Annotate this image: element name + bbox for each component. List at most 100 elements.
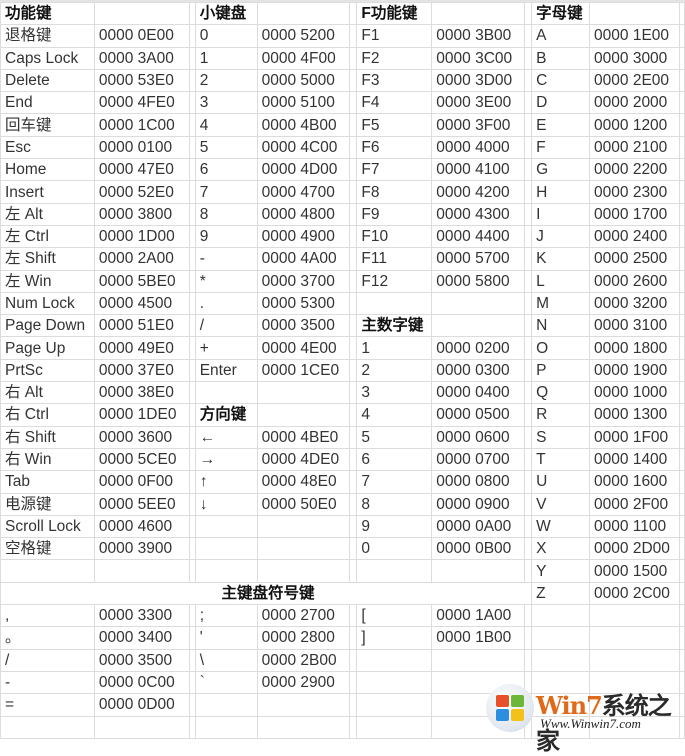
cell[interactable]: 6 xyxy=(356,447,433,472)
cell[interactable]: 0000 4F00 xyxy=(256,46,351,70)
cell[interactable] xyxy=(524,358,533,383)
cell[interactable]: 0000 4C00 xyxy=(256,135,351,160)
cell[interactable]: 0000 48E0 xyxy=(256,470,351,494)
cell[interactable]: Esc xyxy=(0,135,95,160)
cell[interactable]: 0000 1E00 xyxy=(589,24,680,48)
cell[interactable] xyxy=(431,648,526,672)
cell[interactable]: 0000 4E00 xyxy=(256,336,351,360)
cell[interactable] xyxy=(524,425,533,449)
cell[interactable] xyxy=(524,648,533,672)
cell[interactable] xyxy=(524,269,533,293)
cell[interactable]: 6 xyxy=(194,158,258,182)
cell[interactable]: K xyxy=(531,247,591,271)
cell[interactable]: 0000 5EE0 xyxy=(93,492,190,516)
cell[interactable]: F3 xyxy=(356,68,433,93)
cell[interactable] xyxy=(349,336,358,360)
cell[interactable]: 空格键 xyxy=(0,537,95,561)
cell[interactable]: Q xyxy=(531,381,591,405)
cell[interactable]: 0000 0E00 xyxy=(93,24,190,48)
cell[interactable] xyxy=(349,715,358,739)
cell[interactable] xyxy=(678,492,685,516)
cell[interactable] xyxy=(678,581,685,606)
cell[interactable]: 字母键 xyxy=(531,1,591,26)
cell[interactable]: 0000 0B00 xyxy=(431,537,526,561)
cell[interactable]: 0000 1600 xyxy=(589,470,680,494)
cell[interactable]: V xyxy=(531,492,591,516)
cell[interactable]: 0000 0200 xyxy=(431,336,526,360)
cell[interactable]: 功能键 xyxy=(0,1,95,26)
cell[interactable]: 0000 0800 xyxy=(431,470,526,494)
cell[interactable]: 0000 3300 xyxy=(93,604,190,628)
cell[interactable]: 0000 3E00 xyxy=(431,91,526,115)
cell[interactable]: 0000 3F00 xyxy=(431,113,526,137)
cell[interactable]: 0000 3400 xyxy=(93,626,190,650)
cell[interactable]: ' xyxy=(194,626,258,650)
cell[interactable]: 1 xyxy=(194,46,258,70)
cell[interactable] xyxy=(349,113,358,137)
cell[interactable]: Z xyxy=(531,581,591,606)
cell[interactable]: 0000 51E0 xyxy=(93,314,190,338)
cell[interactable]: 5 xyxy=(194,135,258,160)
cell[interactable] xyxy=(678,514,685,539)
cell[interactable]: 0000 4300 xyxy=(431,202,526,226)
cell[interactable] xyxy=(524,291,533,316)
cell[interactable]: T xyxy=(531,447,591,472)
cell[interactable]: Caps Lock xyxy=(0,46,95,70)
cell[interactable] xyxy=(349,202,358,226)
cell[interactable]: 0000 37E0 xyxy=(93,358,190,383)
cell[interactable] xyxy=(349,447,358,472)
cell[interactable]: ] xyxy=(356,626,433,650)
cell[interactable] xyxy=(524,381,533,405)
cell[interactable]: 0000 3600 xyxy=(93,425,190,449)
cell[interactable] xyxy=(524,604,533,628)
cell[interactable] xyxy=(256,514,351,539)
cell[interactable]: W xyxy=(531,514,591,539)
cell[interactable] xyxy=(349,314,358,338)
cell[interactable]: 0000 5100 xyxy=(256,91,351,115)
cell[interactable] xyxy=(256,1,351,26)
cell[interactable] xyxy=(349,68,358,93)
cell[interactable] xyxy=(524,336,533,360)
cell[interactable] xyxy=(349,537,358,561)
cell[interactable] xyxy=(194,693,258,717)
cell[interactable] xyxy=(678,180,685,204)
cell[interactable] xyxy=(678,314,685,338)
cell[interactable]: 0000 4BE0 xyxy=(256,425,351,449)
cell[interactable]: 0000 1B00 xyxy=(431,626,526,650)
cell[interactable]: 小键盘 xyxy=(194,1,258,26)
cell[interactable]: F8 xyxy=(356,180,433,204)
cell[interactable]: P xyxy=(531,358,591,383)
cell[interactable]: F12 xyxy=(356,269,433,293)
cell[interactable]: 0000 3000 xyxy=(589,46,680,70)
cell[interactable]: Page Up xyxy=(0,336,95,360)
cell[interactable]: Insert xyxy=(0,180,95,204)
cell[interactable]: A xyxy=(531,24,591,48)
cell[interactable]: 0000 2A00 xyxy=(93,247,190,271)
cell[interactable]: 0000 2700 xyxy=(256,604,351,628)
cell[interactable] xyxy=(524,559,533,583)
cell[interactable]: Tab xyxy=(0,470,95,494)
cell[interactable]: R xyxy=(531,403,591,427)
cell[interactable]: 0000 2000 xyxy=(589,91,680,115)
cell[interactable]: L xyxy=(531,269,591,293)
cell[interactable]: 0000 0700 xyxy=(431,447,526,472)
cell[interactable]: 0000 38E0 xyxy=(93,381,190,405)
cell[interactable]: 2 xyxy=(194,68,258,93)
cell[interactable]: 0000 0C00 xyxy=(93,670,190,695)
cell[interactable] xyxy=(524,113,533,137)
cell[interactable]: 0000 2100 xyxy=(589,135,680,160)
cell[interactable] xyxy=(256,403,351,427)
cell[interactable] xyxy=(0,715,95,739)
cell[interactable]: 0000 0D00 xyxy=(93,693,190,717)
cell[interactable]: 0000 4200 xyxy=(431,180,526,204)
cell[interactable]: 0000 0300 xyxy=(431,358,526,383)
cell[interactable] xyxy=(349,381,358,405)
cell[interactable]: ↓ xyxy=(194,492,258,516)
cell[interactable] xyxy=(349,180,358,204)
cell[interactable]: 0000 1400 xyxy=(589,447,680,472)
cell[interactable]: 0000 4100 xyxy=(431,158,526,182)
cell[interactable]: 右 Alt xyxy=(0,381,95,405)
cell[interactable]: 0000 3700 xyxy=(256,269,351,293)
cell[interactable]: 0000 1800 xyxy=(589,336,680,360)
cell[interactable]: [ xyxy=(356,604,433,628)
